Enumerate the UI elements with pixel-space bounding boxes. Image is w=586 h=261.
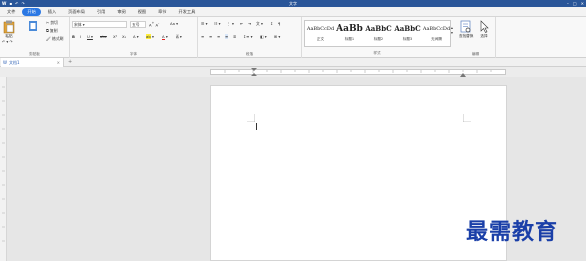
styles-gallery: AaBbCcDd 正文 AaBb 标题1 AaBbC 标题2 AaBbC 标题3… bbox=[304, 20, 451, 47]
ribbon-tabs: 文件 开始 插入 页面布局 引用 审阅 视图 章节 开发工具 bbox=[0, 7, 586, 17]
style-heading-2[interactable]: AaBbC 标题2 bbox=[364, 23, 393, 45]
font-group-label: 字体 bbox=[129, 52, 138, 56]
font-color-button[interactable]: A ▾ bbox=[162, 34, 168, 40]
horizontal-ruler[interactable] bbox=[0, 67, 586, 77]
char-shading-button[interactable]: A ▾ bbox=[176, 34, 182, 39]
clipboard-group: 粘贴 ✂ 剪切 ⧉ 复制 🖌 格式刷 ↶ ▾ ↷ 剪贴板 bbox=[0, 17, 70, 58]
text-effect-button[interactable]: A ▾ bbox=[133, 34, 139, 39]
shading-button[interactable]: ◧ ▾ bbox=[260, 34, 267, 39]
minimize-icon[interactable]: – bbox=[567, 1, 569, 6]
bold-button[interactable]: B bbox=[72, 34, 75, 39]
clipboard-group-label: 剪贴板 bbox=[29, 52, 40, 56]
vertical-ruler[interactable] bbox=[0, 77, 7, 261]
underline-button[interactable]: U ▾ bbox=[87, 34, 93, 39]
paste-special-button[interactable] bbox=[28, 20, 38, 32]
editing-group: 查找替换 选择 编辑 bbox=[456, 17, 496, 58]
clipboard-icon bbox=[29, 21, 37, 31]
increase-indent-button[interactable]: ⇥ bbox=[248, 21, 251, 26]
select-button[interactable]: 选择 bbox=[479, 20, 489, 39]
text-cursor bbox=[256, 123, 257, 130]
cursor-arrow-icon bbox=[480, 20, 489, 33]
find-replace-button[interactable]: 查找替换 bbox=[459, 20, 473, 39]
crop-mark-top-right bbox=[463, 114, 471, 122]
copy-button[interactable]: ⧉ 复制 bbox=[46, 28, 58, 34]
paragraph-group: ☰ ▾ ☷ ▾ ⋮ ▾ ⇤ ⇥ 文 ▾ ↕ ¶ ≡ ≡ ≡ ≡ ≣ ↕≡ ▾ ◧… bbox=[198, 17, 302, 58]
paragraph-group-label: 段落 bbox=[245, 52, 254, 56]
chinese-layout-button[interactable]: 文 ▾ bbox=[256, 21, 263, 27]
highlight-button[interactable]: ab ▾ bbox=[146, 34, 154, 39]
new-tab-button[interactable]: + bbox=[68, 58, 72, 67]
font-group: 宋体 ▾ 五号 A+ A- Aa ▾ B I U ▾ abc X² X₂ A ▾… bbox=[70, 17, 198, 58]
tab-home[interactable]: 开始 bbox=[22, 7, 41, 16]
line-spacing-button[interactable]: ↕≡ ▾ bbox=[243, 34, 252, 39]
indent-marker-icon[interactable] bbox=[251, 68, 257, 76]
style-no-spacing[interactable]: AaBbCcDd 无间隔 bbox=[422, 23, 451, 45]
styles-scroll-button[interactable]: ▴ ▾ bbox=[451, 25, 453, 35]
document-tab-name: 文档1 bbox=[8, 59, 20, 65]
tab-references[interactable]: 引用 bbox=[92, 8, 110, 16]
tab-developer[interactable]: 开发工具 bbox=[174, 8, 201, 16]
clear-format-button[interactable]: Aa ▾ bbox=[170, 21, 178, 26]
format-painter-button[interactable]: 🖌 格式刷 bbox=[46, 36, 63, 42]
justify-button[interactable]: ≡ bbox=[225, 34, 229, 39]
paste-icon bbox=[3, 20, 15, 34]
document-icon: W bbox=[3, 60, 7, 65]
subscript-button[interactable]: X₂ bbox=[122, 34, 126, 39]
borders-button[interactable]: ⊞ ▾ bbox=[274, 34, 280, 39]
decrease-indent-button[interactable]: ⇤ bbox=[240, 21, 243, 26]
close-icon[interactable]: ✕ bbox=[581, 1, 584, 6]
tab-view[interactable]: 视图 bbox=[133, 8, 151, 16]
title-bar: W ▪ ↶ ↷ 文字 – □ ✕ bbox=[0, 0, 586, 7]
document-tab-bar: W 文档1 × + bbox=[0, 58, 586, 67]
document-page[interactable] bbox=[210, 85, 507, 261]
styles-group-label: 样式 bbox=[373, 51, 381, 55]
watermark-text: 最需教育 bbox=[466, 219, 559, 245]
editing-group-label: 编辑 bbox=[471, 52, 480, 56]
multilevel-list-button[interactable]: ⋮ ▾ bbox=[227, 21, 234, 26]
style-heading-3[interactable]: AaBbC 标题3 bbox=[393, 23, 422, 45]
strikethrough-button[interactable]: abc bbox=[100, 34, 107, 39]
tab-page-layout[interactable]: 页面布局 bbox=[63, 8, 90, 16]
tab-file[interactable]: 文件 bbox=[2, 8, 20, 16]
tab-review[interactable]: 审阅 bbox=[112, 8, 130, 16]
show-marks-button[interactable]: ¶ bbox=[278, 21, 280, 26]
find-replace-icon bbox=[460, 20, 471, 33]
vertical-ruler-ticks bbox=[2, 86, 5, 242]
bullets-button[interactable]: ☰ ▾ bbox=[201, 21, 208, 26]
cut-button[interactable]: ✂ 剪切 bbox=[46, 20, 58, 26]
italic-button[interactable]: I bbox=[80, 34, 81, 39]
font-size-select[interactable]: 五号 bbox=[130, 21, 146, 28]
window-title: 文字 bbox=[289, 1, 297, 6]
align-left-button[interactable]: ≡ bbox=[201, 34, 204, 39]
document-tab[interactable]: W 文档1 × bbox=[1, 58, 64, 67]
right-indent-marker-icon[interactable] bbox=[460, 71, 466, 77]
undo-redo-small[interactable]: ↶ ▾ ↷ bbox=[2, 39, 13, 44]
style-normal[interactable]: AaBbCcDd 正文 bbox=[306, 23, 335, 45]
ribbon: 粘贴 ✂ 剪切 ⧉ 复制 🖌 格式刷 ↶ ▾ ↷ 剪贴板 宋体 ▾ 五号 A+ … bbox=[0, 17, 586, 58]
tab-insert[interactable]: 插入 bbox=[43, 8, 61, 16]
paste-button[interactable]: 粘贴 bbox=[3, 20, 15, 39]
tab-section[interactable]: 章节 bbox=[153, 8, 171, 16]
crop-mark-top-left bbox=[247, 114, 255, 122]
distributed-button[interactable]: ≣ bbox=[233, 34, 236, 39]
sort-button[interactable]: ↕ bbox=[270, 21, 273, 26]
grow-font-button[interactable]: A+ A- bbox=[149, 21, 159, 27]
maximize-icon[interactable]: □ bbox=[573, 1, 577, 6]
align-right-button[interactable]: ≡ bbox=[217, 34, 220, 39]
superscript-button[interactable]: X² bbox=[113, 34, 117, 39]
align-center-button[interactable]: ≡ bbox=[209, 34, 212, 39]
close-tab-icon[interactable]: × bbox=[57, 60, 60, 65]
style-heading-1[interactable]: AaBb 标题1 bbox=[335, 23, 364, 45]
font-name-select[interactable]: 宋体 ▾ bbox=[72, 21, 127, 28]
numbering-button[interactable]: ☷ ▾ bbox=[214, 21, 221, 26]
